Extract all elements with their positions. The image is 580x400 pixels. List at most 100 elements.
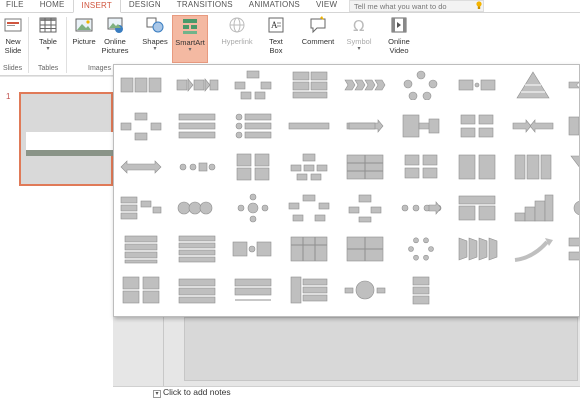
smartart-layout-list-arrows[interactable] [564,231,579,267]
smartart-layout-converging-arrows[interactable] [508,108,558,144]
smartart-layout-chevron-dots[interactable] [396,190,446,226]
smartart-layout-table-grid[interactable] [340,149,390,185]
smartart-layout-staircase[interactable] [508,190,558,226]
smartart-layout-table-list[interactable] [452,190,502,226]
smartart-layout-process-boxes[interactable] [564,108,579,144]
smartart-layout-hierarchy-tree[interactable] [228,67,278,103]
smartart-layout-cycle-boxes[interactable] [452,108,502,144]
smartart-layout-double-arrow[interactable] [116,149,166,185]
smartart-layout-arrow-ribbon[interactable] [564,67,579,103]
chevron-dots-icon [401,201,442,215]
picture-button[interactable]: Picture [72,15,96,46]
smartart-layout-funnel-steps[interactable] [452,231,502,267]
tab-transitions[interactable]: TRANSITIONS [169,0,241,12]
smartart-layout-cycle-rectangles[interactable] [116,108,166,144]
smartart-layout-bracket-list[interactable] [228,272,278,308]
smartart-layout-grid-list[interactable] [228,149,278,185]
smartart-layout-labeled-hierarchy[interactable] [116,190,166,226]
picture-icon [75,18,93,32]
cycle-pentagon-icon [288,194,330,222]
smartart-layout-radial-cycle[interactable] [228,190,278,226]
smartart-button[interactable]: SmartArt ▾ [172,15,208,63]
tab-file[interactable]: FILE [0,0,32,12]
smartart-layout-vertical-flow[interactable] [396,272,446,308]
symbol-label: Symbol [346,37,372,46]
smartart-layout-radial-circles[interactable] [564,190,579,226]
notes-placeholder[interactable]: Click to add notes [163,387,231,397]
smartart-layout-matrix-stack[interactable] [508,149,558,185]
smartart-layout-circle-radial[interactable] [340,272,390,308]
smartart-layout-list-boxes[interactable] [452,149,502,185]
smartart-layout-block-list[interactable] [284,67,334,103]
hyperlink-button[interactable]: Hyperlink [218,15,256,46]
smartart-layout-large-arrow[interactable] [340,108,390,144]
svg-text:Ω: Ω [353,17,364,35]
smartart-layout-chevron-bar[interactable] [284,108,334,144]
smartart-layout-pyramid[interactable] [508,67,558,103]
tab-insert[interactable]: INSERT [72,0,121,13]
smartart-layout-horizontal-bars[interactable] [172,272,222,308]
smartart-layout-chevron-process[interactable] [340,67,390,103]
separator [66,17,67,73]
tab-animations[interactable]: ANIMATIONS [241,0,308,12]
table-button[interactable]: Table ▾ [36,15,60,52]
slide-thumbnail[interactable] [19,92,116,186]
smartart-layout-org-chart[interactable] [284,149,334,185]
smartart-layout-striped-list[interactable] [172,108,222,144]
smartart-layout-process-arrows[interactable] [172,67,222,103]
bullet-picture-list-icon [290,276,328,304]
new-slide-button[interactable]: New Slide [2,15,24,55]
smartart-layout-dotted-cycle[interactable] [396,231,446,267]
table-columns-icon [346,236,384,262]
separator [28,17,29,73]
smartart-layout-descending-list[interactable] [228,231,278,267]
radial-circles-icon [573,200,579,216]
tell-me-search[interactable]: Tell me what you want to do [349,0,484,12]
smartart-layout-bullet-picture-list[interactable] [284,272,334,308]
smartart-layout-rising-arrow[interactable] [508,231,558,267]
tab-view[interactable]: VIEW [308,0,345,12]
thumbnail-title-box [26,132,116,150]
symbol-button[interactable]: Ω Symbol ▾ [344,15,374,52]
pyramid-icon [516,71,550,99]
picture-grid-icon [122,276,160,304]
text-box-button[interactable]: A Text Box [264,15,288,55]
group-label-tables: Tables [38,65,59,72]
online-video-button[interactable]: Online Video [384,15,414,55]
org-chart-icon [290,153,328,181]
shapes-button[interactable]: Shapes ▾ [140,15,170,52]
tab-design[interactable]: DESIGN [121,0,169,12]
list-boxes-icon [458,154,496,180]
comment-button[interactable]: Comment [298,15,338,46]
smartart-layout-stacked-bars[interactable] [172,231,222,267]
tab-home[interactable]: HOME [32,0,73,12]
large-arrow-icon [346,119,384,133]
cycle-circles-icon [403,70,438,100]
notes-toggle-icon[interactable]: ▾ [153,390,161,398]
linked-circles-icon [177,201,213,215]
smartart-layout-arrow-split[interactable] [396,108,446,144]
smartart-layout-cycle-circles[interactable] [396,67,446,103]
list-horizontal-bullets-icon [120,77,162,93]
striped-list-icon [178,113,216,139]
slide-canvas[interactable] [184,317,578,381]
smartart-layout-table-columns[interactable] [340,231,390,267]
online-pictures-button[interactable]: Online Pictures [100,15,130,55]
smartart-layout-table-large[interactable] [284,231,334,267]
smartart-layout-circle-process[interactable] [172,149,222,185]
table-large-icon [290,236,328,262]
smartart-layout-linked-circles[interactable] [172,190,222,226]
smartart-layout-inverted-pyramid[interactable] [564,149,579,185]
smartart-layout-list-horizontal-bullets[interactable] [116,67,166,103]
smartart-layout-vertical-process[interactable] [116,231,166,267]
smartart-layout-matrix-2x2[interactable] [396,149,446,185]
smartart-layout-hierarchy-small[interactable] [340,190,390,226]
smartart-layout-vertical-list-icons[interactable] [228,108,278,144]
chevron-down-icon: ▾ [46,46,50,52]
smartart-layout-process-dots[interactable] [452,67,502,103]
smartart-layout-cycle-pentagon[interactable] [284,190,334,226]
smartart-layout-picture-grid[interactable] [116,272,166,308]
arrow-ribbon-icon [568,81,579,89]
cycle-rectangles-icon [120,112,162,141]
hierarchy-small-icon [348,194,382,223]
